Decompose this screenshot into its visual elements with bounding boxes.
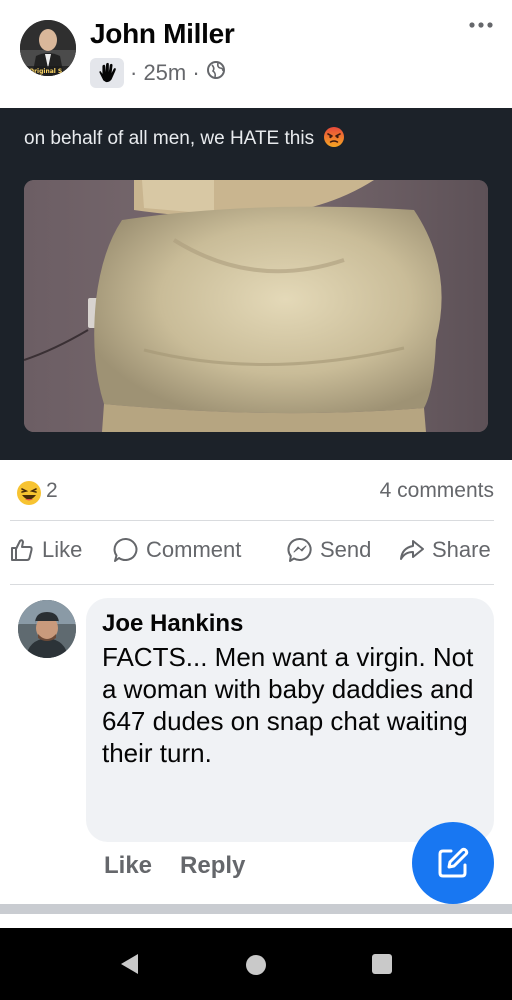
post-photo-image [24,180,488,432]
comment-button[interactable]: Comment [112,536,241,564]
post-meta: · 25m · [90,58,226,88]
laugh-reaction-icon[interactable] [16,480,42,506]
thumbs-up-icon [11,539,33,561]
post-photo[interactable] [24,180,488,432]
system-nav-bar [0,928,512,1000]
comment-label: Comment [146,537,242,562]
author-avatar[interactable]: Original S [20,20,76,76]
comment-reply-button[interactable]: Reply [180,852,245,880]
wave-hand-icon[interactable] [90,58,124,88]
comment-text: FACTS... Men want a virgin. Not a woman … [102,642,474,768]
comment-bubble[interactable]: Joe Hankins FACTS... Men want a virgin. … [86,598,494,842]
messenger-icon [287,537,312,562]
post-content: on behalf of all men, we HATE this [0,108,512,460]
like-label: Like [42,537,83,562]
divider [10,520,494,521]
post-text-body: on behalf of all men, we HATE this [24,128,315,149]
commenter-avatar-image [18,600,76,658]
avatar-caption: Original S [29,68,62,75]
post-actions: Like Comment Send Share [0,532,512,576]
post-header: Original S John Miller · 25m · [0,0,512,108]
compose-button[interactable] [412,822,494,904]
share-arrow-icon [400,540,424,560]
send-label: Send [320,537,372,562]
like-button[interactable]: Like [8,536,82,564]
author-name[interactable]: John Miller [90,18,235,50]
commenter-avatar[interactable] [18,600,76,658]
angry-face-icon [324,127,345,147]
share-button[interactable]: Share [398,536,491,564]
post-time: · 25m · [130,60,200,85]
comments-count[interactable]: 4 comments [380,479,494,503]
reaction-count[interactable]: 2 [46,479,58,503]
divider [10,584,494,585]
comment-actions: Like Reply [104,852,245,880]
more-options-icon[interactable] [468,18,494,32]
edit-pencil-icon [438,847,469,878]
reaction-stats: 2 4 comments [0,476,512,512]
globe-icon [206,60,226,86]
post-text: on behalf of all men, we HATE this [24,126,345,150]
author-avatar-image: Original S [20,20,76,76]
send-button[interactable]: Send [286,536,371,564]
comment-like-button[interactable]: Like [104,852,152,880]
home-icon[interactable] [246,955,266,975]
section-separator [0,904,512,914]
back-icon[interactable] [118,952,140,976]
recents-icon[interactable] [372,954,392,974]
comment-bubble-icon [113,537,138,562]
share-label: Share [432,537,491,562]
commenter-name[interactable]: Joe Hankins [102,610,478,638]
